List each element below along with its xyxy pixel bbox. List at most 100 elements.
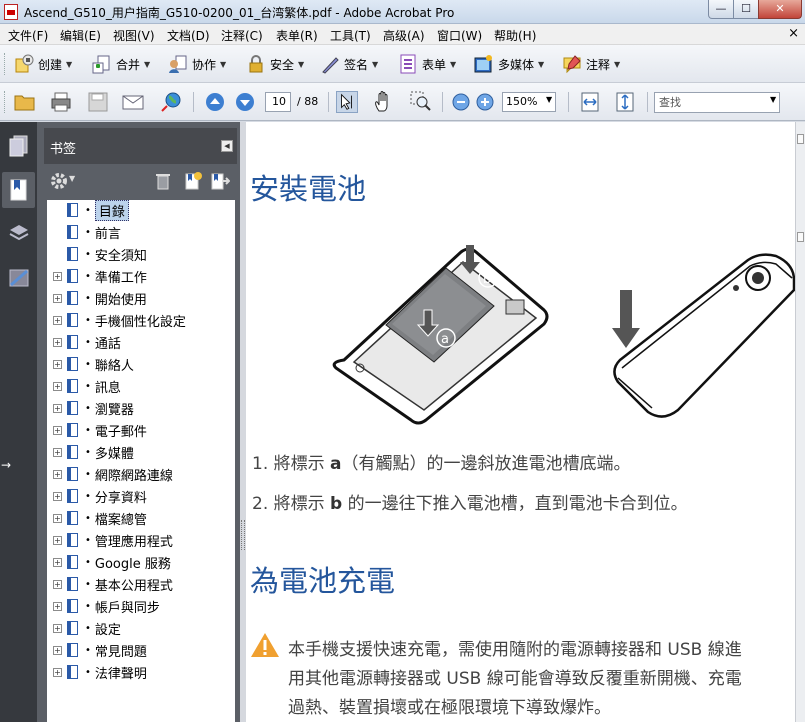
marquee-zoom-icon[interactable] (410, 91, 432, 113)
menu-window[interactable]: 窗口(W) (437, 27, 482, 44)
security-button[interactable]: 安全 ▼ (246, 53, 304, 75)
bookmark-item[interactable]: + • 設定 (47, 618, 233, 638)
bookmark-item[interactable]: + • 手機個性化設定 (47, 310, 233, 330)
bookmark-item[interactable]: • 前言 (47, 222, 233, 242)
options-gear-icon[interactable] (50, 172, 68, 190)
expand-plus-icon[interactable]: + (53, 491, 62, 501)
bookmark-item[interactable]: + • 電子郵件 (47, 420, 233, 440)
new-bookmark-icon[interactable] (184, 171, 202, 191)
document-close-icon[interactable]: × (788, 26, 799, 41)
minimize-button[interactable]: — (708, 0, 734, 19)
expand-plus-icon[interactable]: + (53, 469, 62, 479)
signatures-panel-icon[interactable] (8, 266, 30, 290)
layers-panel-icon[interactable] (8, 222, 30, 246)
expand-plus-icon[interactable]: + (53, 513, 62, 523)
bookmark-item[interactable]: + • 多媒體 (47, 442, 233, 462)
bookmark-item[interactable]: + • 帳戶與同步 (47, 596, 233, 616)
expand-plus-icon[interactable]: + (53, 293, 62, 303)
bookmark-item[interactable]: + • 開始使用 (47, 288, 233, 308)
web-globe-icon[interactable] (160, 91, 182, 113)
collaborate-button[interactable]: 协作 ▼ (168, 53, 226, 75)
menu-view[interactable]: 视图(V) (113, 27, 155, 44)
email-icon[interactable] (122, 91, 144, 113)
bookmark-item[interactable]: + • 法律聲明 (47, 662, 233, 682)
bookmark-item[interactable]: + • 網際網路連線 (47, 464, 233, 484)
bookmark-item[interactable]: + • 常見問題 (47, 640, 233, 660)
expand-plus-icon[interactable]: + (53, 447, 62, 457)
forms-caret-icon: ▼ (450, 59, 457, 69)
menu-edit[interactable]: 编辑(E) (60, 27, 101, 44)
bookmark-item[interactable]: + • 準備工作 (47, 266, 233, 286)
expand-plus-icon[interactable]: + (53, 403, 62, 413)
menu-file[interactable]: 文件(F) (8, 27, 48, 44)
close-button[interactable]: ✕ (758, 0, 802, 19)
find-input[interactable]: 查找 (654, 92, 780, 113)
document-view[interactable]: 安裝電池 a b 1. 將標示 a（有觸點）的一邊斜放進電池槽底端。 2. 將標… (246, 122, 795, 722)
expand-plus-icon[interactable]: + (53, 425, 62, 435)
expand-bookmark-icon[interactable] (210, 171, 230, 191)
menu-tools[interactable]: 工具(T) (330, 27, 371, 44)
fit-width-icon[interactable] (579, 91, 601, 113)
vertical-scrollbar[interactable] (795, 122, 805, 722)
menu-comment[interactable]: 注释(C) (221, 27, 263, 44)
multimedia-button[interactable]: 多媒体 ▼ (474, 53, 544, 75)
comment-button[interactable]: 注释 ▼ (562, 53, 620, 75)
expand-plus-icon[interactable]: + (53, 645, 62, 655)
splitter-grip[interactable] (241, 520, 245, 550)
zoom-out-icon[interactable] (450, 91, 472, 113)
bookmark-item[interactable]: + • 訊息 (47, 376, 233, 396)
menu-advanced[interactable]: 高级(A) (383, 27, 425, 44)
open-folder-icon[interactable] (14, 91, 36, 113)
expand-plus-icon[interactable]: + (53, 381, 62, 391)
print-icon[interactable] (50, 91, 72, 113)
combine-button[interactable]: 合并 ▼ (92, 53, 150, 75)
expand-plus-icon[interactable]: + (53, 579, 62, 589)
expand-plus-icon[interactable]: + (53, 557, 62, 567)
scroll-thumb[interactable] (797, 232, 804, 242)
zoom-dropdown-icon[interactable]: ▼ (546, 95, 552, 104)
next-page-icon[interactable] (234, 91, 256, 113)
expand-plus-icon[interactable]: + (53, 623, 62, 633)
toolbar-grip[interactable] (4, 91, 7, 113)
pages-panel-icon[interactable] (8, 134, 30, 158)
sign-button[interactable]: 签名 ▼ (320, 53, 378, 75)
options-caret-icon[interactable]: ▼ (69, 174, 75, 183)
menu-forms[interactable]: 表单(R) (276, 27, 318, 44)
menu-document[interactable]: 文档(D) (167, 27, 210, 44)
panel-collapse-button[interactable]: ◀ (221, 140, 233, 152)
page-number-input[interactable]: 10 (265, 92, 291, 112)
fit-page-icon[interactable] (614, 91, 636, 113)
expand-plus-icon[interactable]: + (53, 535, 62, 545)
maximize-button[interactable]: ☐ (733, 0, 759, 19)
expand-plus-icon[interactable]: + (53, 337, 62, 347)
bookmark-item[interactable]: + • 聯絡人 (47, 354, 233, 374)
bookmark-item[interactable]: + • 分享資料 (47, 486, 233, 506)
bookmark-item[interactable]: + • 通話 (47, 332, 233, 352)
expand-plus-icon[interactable]: + (53, 315, 62, 325)
bookmarks-panel-tab[interactable] (2, 172, 35, 208)
menu-help[interactable]: 帮助(H) (494, 27, 536, 44)
save-icon[interactable] (87, 91, 109, 113)
toolbar-grip[interactable] (4, 53, 7, 75)
create-button[interactable]: 创建 ▼ (14, 53, 72, 75)
bookmark-item[interactable]: + • 管理應用程式 (47, 530, 233, 550)
expand-plus-icon[interactable]: + (53, 359, 62, 369)
zoom-in-icon[interactable] (474, 91, 496, 113)
delete-trash-icon[interactable] (155, 172, 171, 190)
bookmark-item[interactable]: + • 瀏覽器 (47, 398, 233, 418)
expand-plus-icon[interactable]: + (53, 601, 62, 611)
bookmark-item[interactable]: • 安全須知 (47, 244, 233, 264)
bookmark-item[interactable]: + • 基本公用程式 (47, 574, 233, 594)
bookmark-item[interactable]: + • Google 服務 (47, 552, 233, 572)
bookmark-item[interactable]: • 目錄 (47, 200, 233, 221)
collapse-arrow-icon[interactable]: → (1, 458, 11, 472)
find-dropdown-icon[interactable]: ▼ (770, 95, 776, 104)
bookmark-item[interactable]: + • 檔案總管 (47, 508, 233, 528)
select-text-icon[interactable] (336, 91, 358, 113)
forms-button[interactable]: 表单 ▼ (398, 53, 456, 75)
expand-plus-icon[interactable]: + (53, 271, 62, 281)
hand-tool-icon[interactable] (373, 91, 395, 113)
expand-plus-icon[interactable]: + (53, 667, 62, 677)
previous-page-icon[interactable] (204, 91, 226, 113)
scroll-marker[interactable] (797, 134, 804, 144)
